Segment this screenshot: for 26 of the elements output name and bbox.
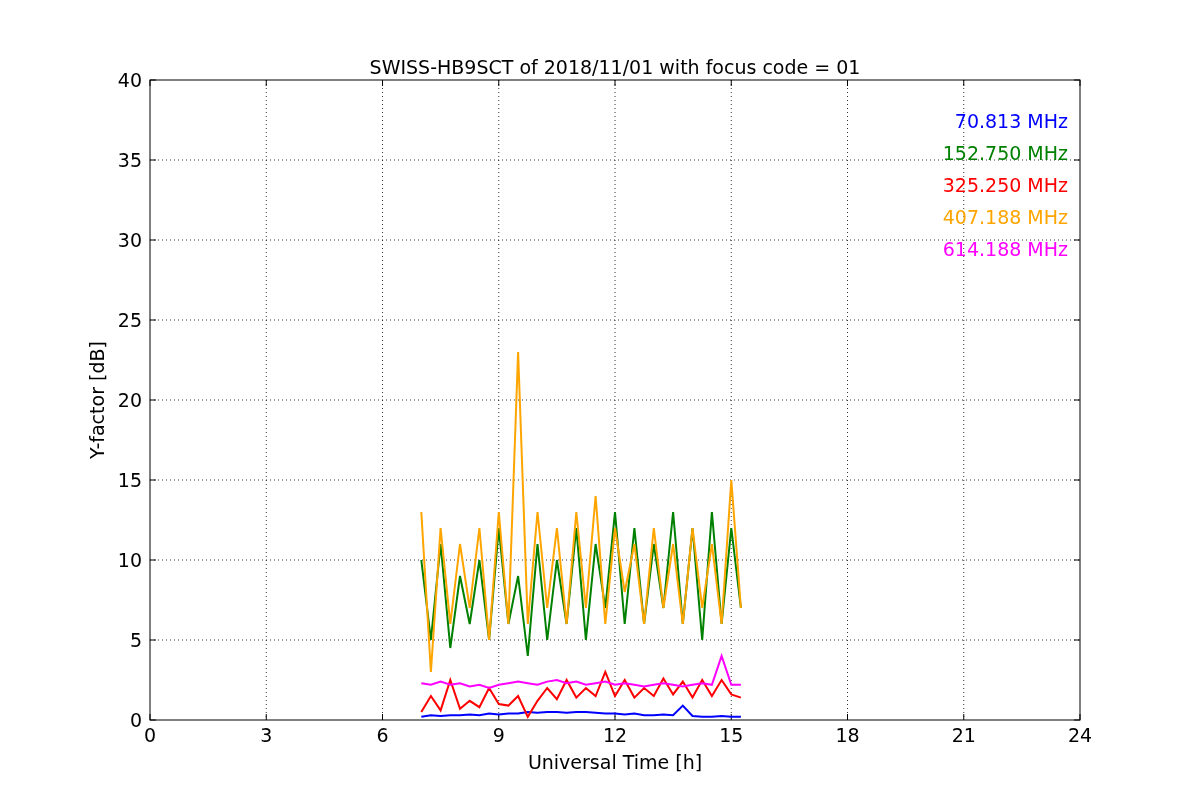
x-tick-label: 3	[260, 724, 273, 746]
legend-label: 614.188 MHz	[942, 238, 1068, 260]
y-tick-label: 40	[117, 69, 142, 91]
y-tick-label: 0	[129, 709, 142, 731]
x-tick-label: 9	[492, 724, 505, 746]
legend-label: 152.750 MHz	[942, 142, 1068, 164]
x-tick-label: 6	[376, 724, 389, 746]
x-tick-label: 24	[1067, 724, 1093, 746]
legend-label: 70.813 MHz	[954, 110, 1068, 132]
x-axis-title: Universal Time [h]	[527, 751, 703, 773]
y-axis-title: Y-factor [dB]	[86, 341, 108, 459]
x-tick-label: 0	[143, 724, 157, 746]
x-tick-label: 12	[602, 724, 628, 746]
y-tick-label: 10	[117, 549, 142, 571]
chart-title: SWISS-HB9SCT of 2018/11/01 with focus code = 01	[369, 56, 861, 78]
x-tick-label: 21	[951, 724, 976, 746]
y-tick-label: 35	[117, 149, 142, 171]
y-tick-label: 20	[117, 389, 142, 411]
y-tick-label: 5	[129, 629, 142, 651]
y-tick-label: 15	[117, 469, 142, 491]
x-tick-label: 18	[835, 724, 860, 746]
y-tick-label: 30	[117, 229, 142, 251]
x-tick-label: 15	[719, 724, 744, 746]
y-tick-label: 25	[117, 309, 142, 331]
legend-label: 325.250 MHz	[942, 174, 1068, 196]
legend-label: 407.188 MHz	[942, 206, 1068, 228]
